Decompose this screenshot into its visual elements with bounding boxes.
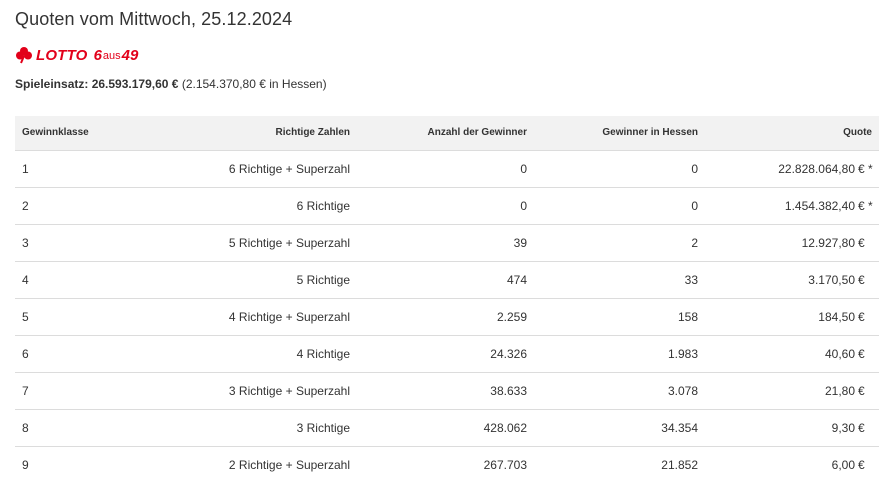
quote-suffix: € <box>858 235 865 250</box>
quote-suffix: € <box>858 309 865 324</box>
clover-icon <box>16 47 32 64</box>
header-quote: Quote <box>843 127 872 139</box>
quote-value: 12.927,80 <box>801 235 855 250</box>
stake-label: Spieleinsatz: <box>15 77 89 91</box>
cell-klasse: 1 <box>15 149 127 187</box>
cell-anzahl: 267.703 <box>357 445 534 483</box>
lotto-logo: LOTTO 6 aus 49 <box>15 44 138 66</box>
cell-hessen: 21.852 <box>534 445 705 483</box>
cell-richtige: 2 Richtige + Superzahl <box>127 445 357 483</box>
table-row: 7 3 Richtige + Superzahl 38.633 3.078 21… <box>15 371 879 409</box>
quote-value: 9,30 <box>831 420 855 435</box>
cell-richtige: 6 Richtige <box>127 186 357 224</box>
cell-richtige: 3 Richtige <box>127 408 357 446</box>
cell-anzahl: 474 <box>357 260 534 298</box>
cell-richtige: 5 Richtige + Superzahl <box>127 223 357 261</box>
cell-hessen: 34.354 <box>534 408 705 446</box>
logo-fortynine: 49 <box>121 46 139 64</box>
cell-quote: 184,50 € <box>705 297 879 335</box>
cell-anzahl: 428.062 <box>357 408 534 446</box>
quote-value: 21,80 <box>824 383 855 398</box>
quote-suffix: € <box>858 383 865 398</box>
quote-value: 3.170,50 <box>808 272 855 287</box>
logo-aus: aus <box>102 50 121 62</box>
cell-klasse: 3 <box>15 223 127 261</box>
quote-value: 22.828.064,80 <box>778 161 855 176</box>
quote-value: 184,50 <box>818 309 855 324</box>
header-anzahl-gewinner: Anzahl der Gewinner <box>427 127 527 139</box>
quote-value: 1.454.382,40 <box>784 198 855 213</box>
quote-suffix: € * <box>858 161 873 176</box>
cell-klasse: 9 <box>15 445 127 483</box>
cell-hessen: 2 <box>534 223 705 261</box>
cell-klasse: 8 <box>15 408 127 446</box>
table-row: 1 6 Richtige + Superzahl 0 0 22.828.064,… <box>15 149 879 187</box>
cell-quote: 21,80 € <box>705 371 879 409</box>
quote-suffix: € <box>858 346 865 361</box>
cell-anzahl: 38.633 <box>357 371 534 409</box>
cell-quote: 3.170,50 € <box>705 260 879 298</box>
quoten-table: Gewinnklasse Richtige Zahlen Anzahl der … <box>15 116 879 483</box>
quote-suffix: € <box>858 420 865 435</box>
cell-quote: 9,30 € <box>705 408 879 446</box>
cell-richtige: 5 Richtige <box>127 260 357 298</box>
header-gewinner-hessen: Gewinner in Hessen <box>602 127 698 139</box>
cell-hessen: 0 <box>534 186 705 224</box>
cell-quote: 12.927,80 € <box>705 223 879 261</box>
cell-klasse: 5 <box>15 297 127 335</box>
cell-hessen: 0 <box>534 149 705 187</box>
logo-word: LOTTO <box>36 46 88 64</box>
cell-klasse: 4 <box>15 260 127 298</box>
table-row: 2 6 Richtige 0 0 1.454.382,40 € * <box>15 186 879 224</box>
logo-six: 6 <box>93 46 102 64</box>
cell-anzahl: 39 <box>357 223 534 261</box>
table-row: 4 5 Richtige 474 33 3.170,50 € <box>15 260 879 298</box>
stake-amount: 26.593.179,60 <box>91 77 169 91</box>
cell-hessen: 158 <box>534 297 705 335</box>
cell-quote: 22.828.064,80 € * <box>705 149 879 187</box>
cell-hessen: 3.078 <box>534 371 705 409</box>
table-header-row: Gewinnklasse Richtige Zahlen Anzahl der … <box>15 116 879 150</box>
cell-anzahl: 0 <box>357 149 534 187</box>
cell-richtige: 4 Richtige + Superzahl <box>127 297 357 335</box>
table-row: 8 3 Richtige 428.062 34.354 9,30 € <box>15 408 879 446</box>
page-title: Quoten vom Mittwoch, 25.12.2024 <box>15 9 293 29</box>
stake-hessen: (2.154.370,80 € in Hessen) <box>181 77 327 91</box>
cell-quote: 1.454.382,40 € * <box>705 186 879 224</box>
header-richtige-zahlen: Richtige Zahlen <box>275 127 350 139</box>
spieleinsatz: Spieleinsatz: 26.593.179,60 € (2.154.370… <box>15 77 327 91</box>
header-gewinnklasse: Gewinnklasse <box>22 127 89 139</box>
stake-currency: € <box>171 77 179 91</box>
cell-klasse: 2 <box>15 186 127 224</box>
quote-suffix: € * <box>858 198 873 213</box>
cell-klasse: 7 <box>15 371 127 409</box>
cell-richtige: 3 Richtige + Superzahl <box>127 371 357 409</box>
cell-hessen: 1.983 <box>534 334 705 372</box>
table-row: 3 5 Richtige + Superzahl 39 2 12.927,80 € <box>15 223 879 261</box>
table-row: 6 4 Richtige 24.326 1.983 40,60 € <box>15 334 879 372</box>
cell-richtige: 4 Richtige <box>127 334 357 372</box>
quote-value: 40,60 <box>824 346 855 361</box>
cell-anzahl: 0 <box>357 186 534 224</box>
cell-hessen: 33 <box>534 260 705 298</box>
cell-klasse: 6 <box>15 334 127 372</box>
table-row: 9 2 Richtige + Superzahl 267.703 21.852 … <box>15 445 879 483</box>
table-row: 5 4 Richtige + Superzahl 2.259 158 184,5… <box>15 297 879 335</box>
quote-suffix: € <box>858 272 865 287</box>
cell-anzahl: 2.259 <box>357 297 534 335</box>
quote-value: 6,00 <box>831 457 855 472</box>
quoten-page: Quoten vom Mittwoch, 25.12.2024 LOTTO 6 … <box>0 0 890 483</box>
cell-quote: 6,00 € <box>705 445 879 483</box>
cell-anzahl: 24.326 <box>357 334 534 372</box>
cell-quote: 40,60 € <box>705 334 879 372</box>
quote-suffix: € <box>858 457 865 472</box>
cell-richtige: 6 Richtige + Superzahl <box>127 149 357 187</box>
